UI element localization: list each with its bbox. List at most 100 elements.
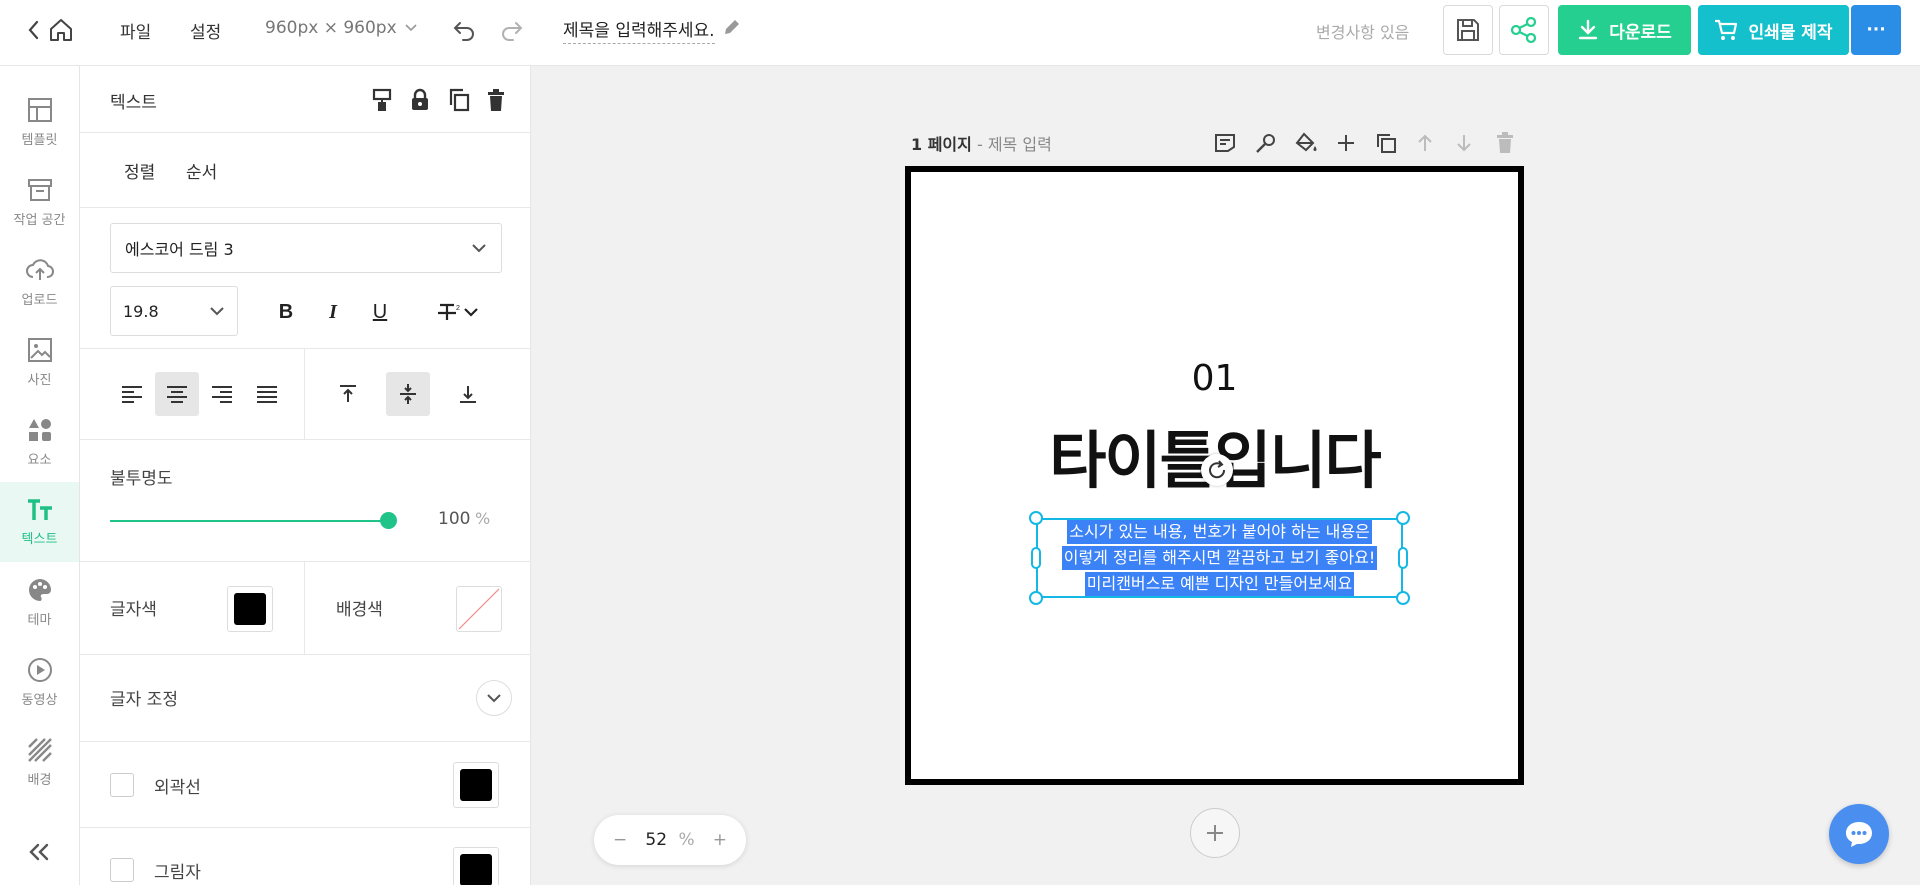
background-color-picker[interactable] <box>456 586 502 632</box>
opacity-slider-track[interactable] <box>110 520 387 522</box>
opacity-label: 불투명도 <box>110 469 173 489</box>
bold-button[interactable]: B <box>268 294 304 330</box>
home-icon[interactable] <box>48 17 74 43</box>
nav-item-text[interactable]: 텍스트 <box>0 482 79 562</box>
print-order-button[interactable]: 인쇄물 제작 <box>1698 5 1849 55</box>
chat-support-button[interactable] <box>1829 804 1889 864</box>
magic-wand-icon[interactable] <box>1253 130 1279 156</box>
move-up-icon[interactable] <box>1412 130 1438 156</box>
text-color-label: 글자색 <box>110 600 157 620</box>
zoom-out-button[interactable]: − <box>613 830 627 850</box>
opacity-slider-handle[interactable] <box>380 512 397 529</box>
svg-text:2: 2 <box>456 305 460 312</box>
resize-handle-left[interactable] <box>1031 547 1041 569</box>
valign-middle-button[interactable] <box>386 372 430 416</box>
nav-item-upload[interactable]: 업로드 <box>0 242 79 322</box>
page-number-label: 1 페이지 <box>911 135 972 154</box>
canvas-size-select[interactable]: 960px × 960px <box>265 18 417 38</box>
format-paint-icon[interactable] <box>372 88 392 112</box>
delete-page-icon[interactable] <box>1492 130 1518 156</box>
resize-handle-bottom-left[interactable] <box>1029 591 1043 605</box>
shadow-color-picker[interactable] <box>453 847 499 885</box>
opacity-value[interactable]: 100 <box>438 509 470 529</box>
zoom-value-group[interactable]: 52 % <box>645 830 694 850</box>
left-navigation: 템플릿 작업 공간 업로드 사진 요소 텍스트 테마 동영상 배경 <box>0 66 80 885</box>
page-label[interactable]: 1 페이지 - 제목 입력 <box>911 131 1052 155</box>
page-memo-icon[interactable] <box>1212 130 1238 156</box>
valign-top-button[interactable] <box>326 372 370 416</box>
strikethrough-dropdown[interactable]: 2 <box>426 294 490 330</box>
back-icon[interactable] <box>26 19 40 41</box>
nav-item-photo[interactable]: 사진 <box>0 322 79 402</box>
nav-item-workspace[interactable]: 작업 공간 <box>0 162 79 242</box>
zoom-value: 52 <box>645 830 668 850</box>
text-color-swatch <box>234 593 266 625</box>
align-right-button[interactable] <box>200 372 244 416</box>
align-justify-button[interactable] <box>245 372 289 416</box>
align-center-button[interactable] <box>155 372 199 416</box>
add-page-button[interactable] <box>1190 808 1240 858</box>
resize-handle-top-right[interactable] <box>1396 511 1410 525</box>
save-button[interactable] <box>1443 5 1493 55</box>
nav-item-video[interactable]: 동영상 <box>0 642 79 722</box>
outline-color-swatch <box>460 769 492 801</box>
font-size-value: 19.8 <box>123 301 159 321</box>
resize-handle-bottom-right[interactable] <box>1396 591 1410 605</box>
valign-top-icon <box>338 384 358 404</box>
resize-handle-top-left[interactable] <box>1029 511 1043 525</box>
top-bar: 파일 설정 960px × 960px 제목을 입력해주세요. 변경사항 있음 … <box>0 0 1920 66</box>
more-options-button[interactable]: ··· <box>1851 5 1901 55</box>
underline-button[interactable]: U <box>362 294 398 330</box>
text-color-picker[interactable] <box>227 586 273 632</box>
rotate-handle[interactable] <box>1201 454 1233 486</box>
duplicate-page-icon[interactable] <box>1373 130 1399 156</box>
share-icon <box>1510 16 1538 44</box>
nav-item-label: 배경 <box>27 772 52 788</box>
nav-item-theme[interactable]: 테마 <box>0 562 79 642</box>
share-button[interactable] <box>1499 5 1549 55</box>
duplicate-icon[interactable] <box>448 88 470 112</box>
collapse-panel-icon[interactable] <box>26 842 52 862</box>
italic-button[interactable]: I <box>315 294 351 330</box>
print-order-label: 인쇄물 제작 <box>1748 22 1833 43</box>
body-text-line[interactable]: 소시가 있는 내용, 번호가 붙어야 하는 내용은 <box>1067 520 1372 544</box>
lock-icon[interactable] <box>410 88 430 112</box>
page-number-text[interactable]: 01 <box>911 358 1518 399</box>
nav-item-background[interactable]: 배경 <box>0 722 79 802</box>
body-text-line[interactable]: 미리캔버스로 예쁜 디자인 만들어보세요 <box>1084 572 1355 596</box>
undo-icon[interactable] <box>452 19 476 41</box>
menu-settings[interactable]: 설정 <box>190 18 221 43</box>
valign-bottom-button[interactable] <box>446 372 490 416</box>
nav-item-elements[interactable]: 요소 <box>0 402 79 482</box>
document-title[interactable]: 제목을 입력해주세요. <box>563 16 715 44</box>
color-section: 글자색 배경색 <box>80 562 530 655</box>
resize-handle-right[interactable] <box>1398 547 1408 569</box>
zoom-in-button[interactable]: + <box>713 830 727 850</box>
pencil-icon[interactable] <box>722 17 742 37</box>
expand-toggle[interactable] <box>476 680 512 716</box>
font-size-select[interactable]: 19.8 <box>110 286 238 336</box>
tab-align[interactable]: 정렬 <box>124 158 155 183</box>
chevron-down-icon <box>405 24 417 32</box>
add-icon[interactable] <box>1333 130 1359 156</box>
shadow-checkbox[interactable] <box>110 858 134 882</box>
valign-middle-icon <box>398 383 418 405</box>
selected-text-box[interactable]: 소시가 있는 내용, 번호가 붙어야 하는 내용은 이렇게 정리를 해주시면 깔… <box>1036 518 1403 598</box>
move-down-icon[interactable] <box>1451 130 1477 156</box>
font-family-select[interactable]: 에스코어 드림 3 <box>110 223 502 273</box>
outline-checkbox[interactable] <box>110 773 134 797</box>
tab-order[interactable]: 순서 <box>186 158 217 183</box>
align-left-button[interactable] <box>110 372 154 416</box>
design-page[interactable]: 01 타이틀입니다 소시가 있는 내용, 번호가 붙어야 하는 내용은 이렇게 … <box>905 166 1524 785</box>
divider <box>304 349 305 439</box>
menu-file[interactable]: 파일 <box>120 18 151 43</box>
redo-icon[interactable] <box>500 19 524 41</box>
paint-bucket-icon[interactable] <box>1293 130 1319 156</box>
download-button[interactable]: 다운로드 <box>1558 5 1691 55</box>
align-right-icon <box>211 385 233 403</box>
letter-adjust-section[interactable]: 글자 조정 <box>80 655 530 742</box>
outline-color-picker[interactable] <box>453 762 499 808</box>
trash-icon[interactable] <box>487 88 505 112</box>
body-text-line[interactable]: 이렇게 정리를 해주시면 깔끔하고 보기 좋아요! <box>1061 546 1378 570</box>
nav-item-template[interactable]: 템플릿 <box>0 82 79 162</box>
